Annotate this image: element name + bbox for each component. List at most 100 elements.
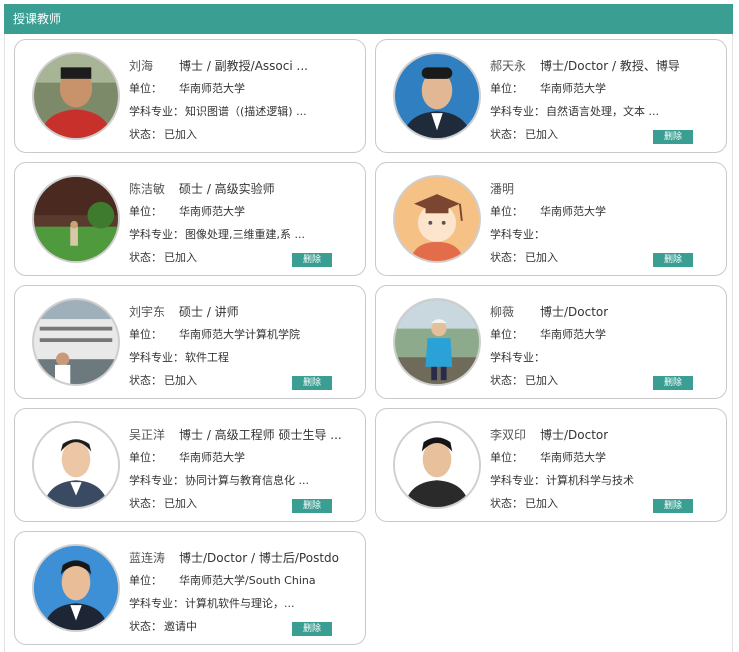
teacher-avatar[interactable]: [32, 421, 120, 509]
photo-ship-building-icon: [34, 300, 118, 384]
teacher-title: 博士/Doctor / 博士后/Postdo: [179, 551, 339, 565]
teacher-major: 自然语言处理，文本 ...: [546, 105, 659, 118]
teacher-avatar[interactable]: [393, 52, 481, 140]
teacher-status: 已加入: [525, 497, 558, 510]
delete-button[interactable]: 删除: [653, 253, 693, 267]
photo-outdoor-park-icon: [34, 177, 118, 261]
teacher-status: 邀请中: [164, 620, 197, 633]
teacher-status: 已加入: [164, 497, 197, 510]
major-label: 学科专业：: [129, 597, 184, 610]
teacher-name: 潘明: [490, 182, 515, 196]
status-label: 状态：: [490, 128, 523, 141]
teacher-unit: 华南师范大学: [179, 82, 245, 95]
photo-man-white-bg-icon: [34, 423, 118, 507]
teacher-major: 计算机软件与理论，...: [185, 597, 295, 610]
delete-button[interactable]: 删除: [292, 499, 332, 513]
delete-button[interactable]: 删除: [653, 499, 693, 513]
photo-woman-outdoor-icon: [395, 300, 479, 384]
teacher-status: 已加入: [164, 374, 197, 387]
major-label: 学科专业：: [129, 351, 184, 364]
teacher-name: 蓝连涛: [129, 551, 166, 565]
unit-label: 单位：: [129, 82, 162, 95]
teacher-name: 李双印: [490, 428, 527, 442]
teacher-title: 博士/Doctor: [540, 305, 609, 319]
teacher-unit: 华南师范大学: [540, 451, 606, 464]
teacher-card: 蓝连涛 博士/Doctor / 博士后/Postdo 单位： 华南师范大学/So…: [14, 531, 366, 645]
teacher-name: 郝天永: [490, 59, 527, 73]
delete-button[interactable]: 删除: [653, 376, 693, 390]
status-label: 状态：: [490, 497, 523, 510]
unit-label: 单位：: [490, 328, 523, 341]
teacher-unit: 华南师范大学: [540, 82, 606, 95]
photo-man-red-shirt-icon: [34, 54, 118, 138]
major-label: 学科专业：: [129, 228, 184, 241]
teacher-major: 协同计算与教育信息化 ...: [185, 474, 309, 487]
teacher-card: 李双印 博士/Doctor 单位： 华南师范大学 学科专业： 计算机科学与技术 …: [375, 408, 727, 522]
teacher-card: 柳薇 博士/Doctor 单位： 华南师范大学 学科专业： 状态： 已加入 删除: [375, 285, 727, 399]
teacher-major: 知识图谱（(描述逻辑) ...: [185, 105, 307, 118]
delete-button[interactable]: 删除: [653, 130, 693, 144]
teacher-unit: 华南师范大学计算机学院: [179, 328, 300, 341]
major-label: 学科专业：: [490, 351, 545, 364]
teacher-avatar[interactable]: [393, 421, 481, 509]
teacher-name: 刘宇东: [129, 305, 166, 319]
teacher-title: 博士 / 高级工程师 硕士生导 ...: [179, 428, 342, 442]
teacher-title: 博士/Doctor / 教授、博导: [540, 59, 680, 73]
unit-label: 单位：: [129, 328, 162, 341]
unit-label: 单位：: [129, 205, 162, 218]
graduate-cartoon-icon: [395, 177, 479, 261]
teacher-card: 吴正洋 博士 / 高级工程师 硕士生导 ... 单位： 华南师范大学 学科专业：…: [14, 408, 366, 522]
teacher-major: 计算机科学与技术: [546, 474, 634, 487]
status-label: 状态：: [129, 497, 162, 510]
teacher-unit: 华南师范大学: [540, 205, 606, 218]
teacher-avatar[interactable]: [393, 175, 481, 263]
teacher-status: 已加入: [164, 128, 197, 141]
status-label: 状态：: [129, 128, 162, 141]
teacher-status: 已加入: [525, 251, 558, 264]
teacher-unit: 华南师范大学: [179, 205, 245, 218]
teacher-title: 博士 / 副教授/Associ ...: [179, 59, 308, 73]
teacher-avatar[interactable]: [32, 544, 120, 632]
panel-title: 授课教师: [13, 12, 62, 26]
status-label: 状态：: [490, 374, 523, 387]
teacher-name: 刘海: [129, 59, 154, 73]
status-label: 状态：: [129, 251, 162, 264]
photo-man-suit-blue-icon: [395, 54, 479, 138]
teacher-avatar[interactable]: [32, 298, 120, 386]
teacher-name: 吴正洋: [129, 428, 166, 442]
photo-man-blue-bg-icon: [34, 546, 118, 630]
unit-label: 单位：: [490, 82, 523, 95]
teacher-title: 博士/Doctor: [540, 428, 609, 442]
major-label: 学科专业：: [490, 228, 545, 241]
status-label: 状态：: [129, 374, 162, 387]
teacher-name: 柳薇: [490, 305, 515, 319]
teacher-card: 刘海 博士 / 副教授/Associ ... 单位： 华南师范大学 学科专业： …: [14, 39, 366, 153]
major-label: 学科专业：: [490, 474, 545, 487]
panel-header: 授课教师: [4, 4, 733, 34]
unit-label: 单位：: [129, 451, 162, 464]
major-label: 学科专业：: [490, 105, 545, 118]
teacher-major: 图像处理,三维重建,系 ...: [185, 228, 305, 241]
teacher-card: 潘明 单位： 华南师范大学 学科专业： 状态： 已加入 删除: [375, 162, 727, 276]
teacher-title: 硕士 / 高级实验师: [179, 182, 275, 196]
major-label: 学科专业：: [129, 474, 184, 487]
teacher-avatar[interactable]: [393, 298, 481, 386]
delete-button[interactable]: 删除: [292, 253, 332, 267]
teacher-card: 陈洁敏 硕士 / 高级实验师 单位： 华南师范大学 学科专业： 图像处理,三维重…: [14, 162, 366, 276]
teacher-title: 硕士 / 讲师: [179, 305, 239, 319]
unit-label: 单位：: [129, 574, 162, 587]
teacher-avatar[interactable]: [32, 175, 120, 263]
teacher-unit: 华南师范大学/South China: [179, 574, 316, 587]
major-label: 学科专业：: [129, 105, 184, 118]
teacher-avatar[interactable]: [32, 52, 120, 140]
status-label: 状态：: [490, 251, 523, 264]
unit-label: 单位：: [490, 205, 523, 218]
photo-man-black-shirt-icon: [395, 423, 479, 507]
teacher-status: 已加入: [164, 251, 197, 264]
teacher-unit: 华南师范大学: [179, 451, 245, 464]
delete-button[interactable]: 删除: [292, 622, 332, 636]
status-label: 状态：: [129, 620, 162, 633]
teacher-name: 陈洁敏: [129, 182, 166, 196]
delete-button[interactable]: 删除: [292, 376, 332, 390]
teacher-card: 刘宇东 硕士 / 讲师 单位： 华南师范大学计算机学院 学科专业： 软件工程 状…: [14, 285, 366, 399]
